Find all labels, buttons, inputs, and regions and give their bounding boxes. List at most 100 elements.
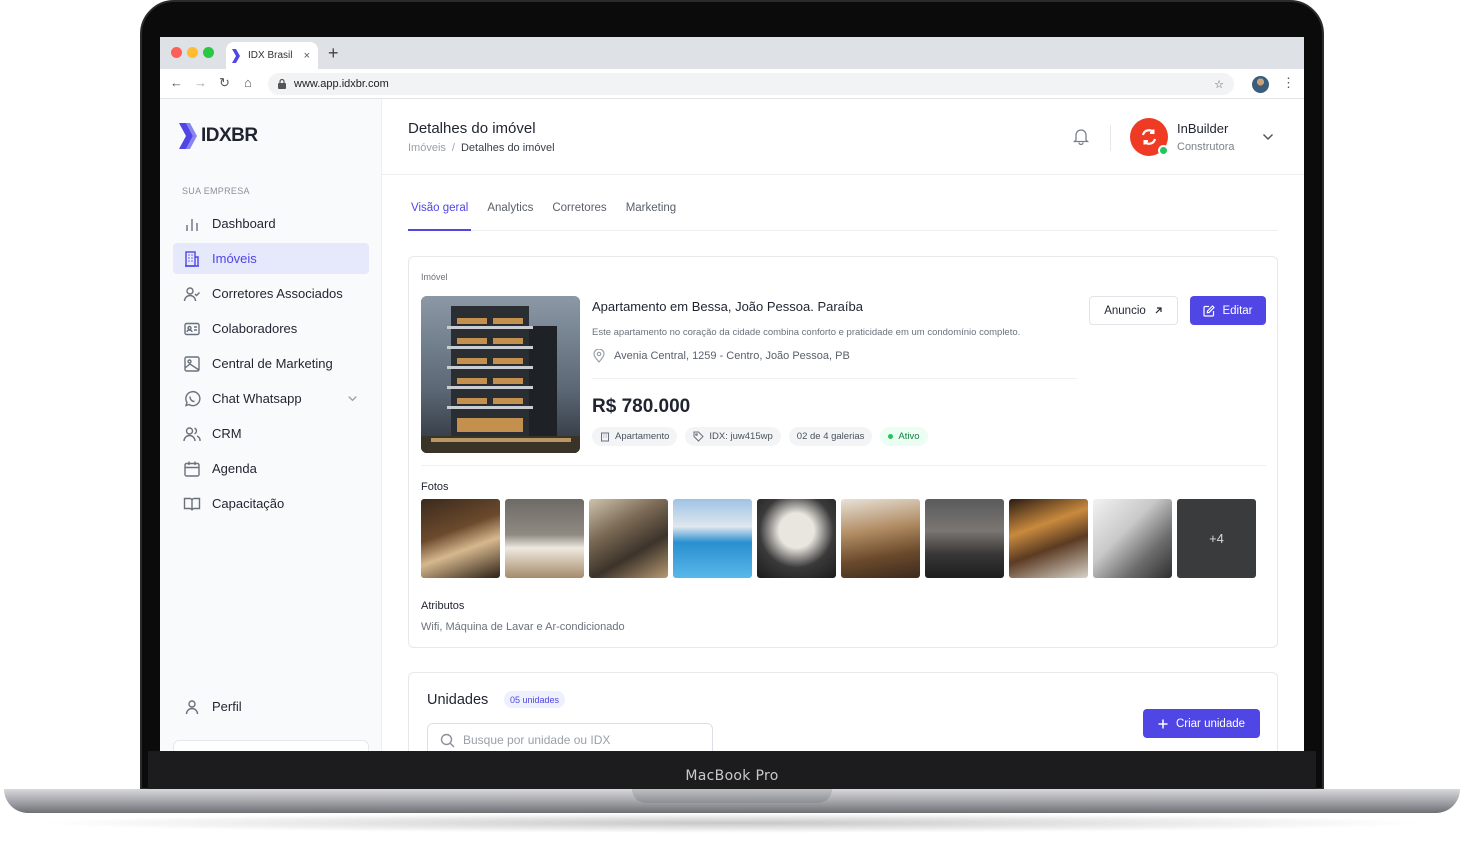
sidebar-item-label: CRM	[212, 426, 242, 441]
window-maximize-button[interactable]	[203, 47, 214, 58]
tag-icon	[693, 431, 705, 442]
attributes-value: Wifi, Máquina de Lavar e Ar-condicionado	[421, 621, 625, 633]
tab-title: IDX Brasil	[248, 50, 293, 61]
sidebar-item-imoveis[interactable]: Imóveis	[173, 243, 369, 274]
browser-menu-icon[interactable]: ⋮	[1282, 75, 1295, 91]
laptop-notch	[632, 789, 832, 803]
chip-galleries-label: 02 de 4 galerias	[796, 431, 865, 442]
browser-toolbar: ← → ↻ ⌂ www.app.idxbr.com ☆ ⋮	[160, 69, 1304, 99]
url-text: www.app.idxbr.com	[294, 78, 389, 90]
device-label: MacBook Pro	[685, 768, 779, 784]
gallery-photo[interactable]	[1093, 499, 1172, 578]
users-icon	[183, 426, 201, 441]
status-label: Ativo	[898, 431, 920, 442]
property-main-photo[interactable]	[421, 296, 580, 453]
gallery-photo[interactable]	[505, 499, 584, 578]
sidebar-item-marketing[interactable]: Central de Marketing	[173, 348, 369, 379]
create-unit-button[interactable]: Criar unidade	[1143, 709, 1260, 738]
sidebar-item-dashboard[interactable]: Dashboard	[173, 208, 369, 239]
new-tab-button[interactable]: +	[328, 43, 339, 64]
tab-close-icon[interactable]: ×	[304, 50, 310, 62]
editar-button-label: Editar	[1222, 304, 1253, 317]
property-card: Imóvel Apartamento em Bessa, João Pessoa…	[408, 256, 1278, 648]
chevron-down-icon[interactable]	[346, 392, 359, 405]
back-icon[interactable]: ←	[170, 75, 183, 90]
units-search-box	[427, 723, 713, 751]
sidebar-item-agenda[interactable]: Agenda	[173, 453, 369, 484]
browser-profile-avatar[interactable]	[1252, 76, 1269, 93]
property-price: R$ 780.000	[592, 396, 691, 417]
building-icon	[185, 250, 199, 267]
attributes-label: Atributos	[421, 600, 465, 612]
user-check-icon	[183, 286, 200, 301]
sidebar-profile: Perfil	[173, 691, 369, 726]
card-label: Imóvel	[421, 272, 448, 282]
sidebar-item-crm[interactable]: CRM	[173, 418, 369, 449]
bar-chart-icon	[186, 218, 198, 231]
forward-icon[interactable]: →	[194, 75, 207, 90]
gallery-photo[interactable]	[421, 499, 500, 578]
page-content: Visão geral Analytics Corretores Marketi…	[382, 175, 1304, 751]
map-pin-icon	[593, 349, 605, 363]
breadcrumb-link-imoveis[interactable]: Imóveis	[408, 142, 446, 154]
editar-button[interactable]: Editar	[1190, 296, 1266, 325]
tab-marketing[interactable]: Marketing	[623, 201, 680, 231]
window-minimize-button[interactable]	[187, 47, 198, 58]
user-role: Construtora	[1177, 141, 1235, 153]
book-icon	[183, 497, 201, 511]
gallery-photo[interactable]	[757, 499, 836, 578]
property-chips: Apartamento IDX: juw415wp 02 de 4 galeri…	[592, 427, 928, 446]
home-icon[interactable]: ⌂	[244, 75, 252, 90]
plus-icon	[1158, 719, 1168, 728]
idx-logo-icon	[179, 123, 197, 149]
sidebar-item-label: Colaboradores	[212, 321, 298, 336]
gallery-photo[interactable]	[1009, 499, 1088, 578]
sidebar-item-capacitacao[interactable]: Capacitação	[173, 488, 369, 519]
window-close-button[interactable]	[171, 47, 182, 58]
sidebar-item-perfil[interactable]: Perfil	[173, 691, 369, 722]
tab-analytics[interactable]: Analytics	[484, 201, 536, 231]
gallery-photo[interactable]	[841, 499, 920, 578]
property-title: Apartamento em Bessa, João Pessoa. Paraí…	[592, 299, 863, 314]
user-menu-chevron-icon[interactable]	[1261, 130, 1275, 144]
screen: IDX Brasil × + ← → ↻ ⌂ www.app.idxbr.com…	[160, 37, 1304, 751]
header-divider	[1110, 125, 1111, 151]
page-title: Detalhes do imóvel	[408, 120, 536, 137]
gallery-photo[interactable]	[925, 499, 1004, 578]
avatar[interactable]	[1130, 118, 1169, 156]
sidebar-item-label: Dashboard	[212, 216, 276, 231]
sidebar-menu: Dashboard Imóveis Corretores Associados …	[173, 208, 369, 523]
anuncio-button-label: Anuncio	[1104, 304, 1146, 317]
gallery-photo[interactable]	[673, 499, 752, 578]
tab-visao-geral[interactable]: Visão geral	[408, 201, 472, 231]
reload-icon[interactable]: ↻	[219, 75, 230, 91]
sidebar-item-label: Imóveis	[212, 251, 257, 266]
create-unit-label: Criar unidade	[1175, 717, 1246, 730]
sidebar-item-corretores[interactable]: Corretores Associados	[173, 278, 369, 309]
gallery-more-button[interactable]: +4	[1177, 499, 1256, 578]
main: Detalhes do imóvel Imóveis / Detalhes do…	[382, 99, 1304, 751]
gallery-photo[interactable]	[589, 499, 668, 578]
units-count-badge: 05 unidades	[504, 691, 566, 708]
chip-galleries: 02 de 4 galerias	[788, 427, 873, 446]
status-dot	[888, 434, 894, 439]
sidebar-item-label: Central de Marketing	[212, 356, 333, 371]
breadcrumb-current: Detalhes do imóvel	[460, 142, 555, 154]
anuncio-button[interactable]: Anuncio	[1089, 296, 1178, 325]
sidebar-item-label: Chat Whatsapp	[212, 391, 302, 406]
sidebar-section-label: SUA EMPRESA	[182, 186, 250, 196]
sidebar-item-chat-whatsapp[interactable]: Chat Whatsapp	[173, 383, 369, 414]
units-search-input[interactable]	[463, 733, 703, 747]
search-icon	[440, 733, 455, 747]
logo[interactable]: IDXBR	[179, 123, 258, 149]
address-bar[interactable]: www.app.idxbr.com ☆	[268, 73, 1234, 95]
sidebar-footer-card	[173, 740, 369, 751]
browser-tab[interactable]: IDX Brasil ×	[226, 42, 318, 69]
tab-corretores[interactable]: Corretores	[549, 201, 609, 231]
bell-icon[interactable]	[1072, 127, 1090, 145]
calendar-icon	[184, 461, 200, 477]
sidebar-item-colaboradores[interactable]: Colaboradores	[173, 313, 369, 344]
bookmark-star-icon[interactable]: ☆	[1214, 78, 1224, 91]
breadcrumb: Imóveis / Detalhes do imóvel	[408, 142, 555, 154]
sidebar-item-label: Corretores Associados	[212, 286, 343, 301]
